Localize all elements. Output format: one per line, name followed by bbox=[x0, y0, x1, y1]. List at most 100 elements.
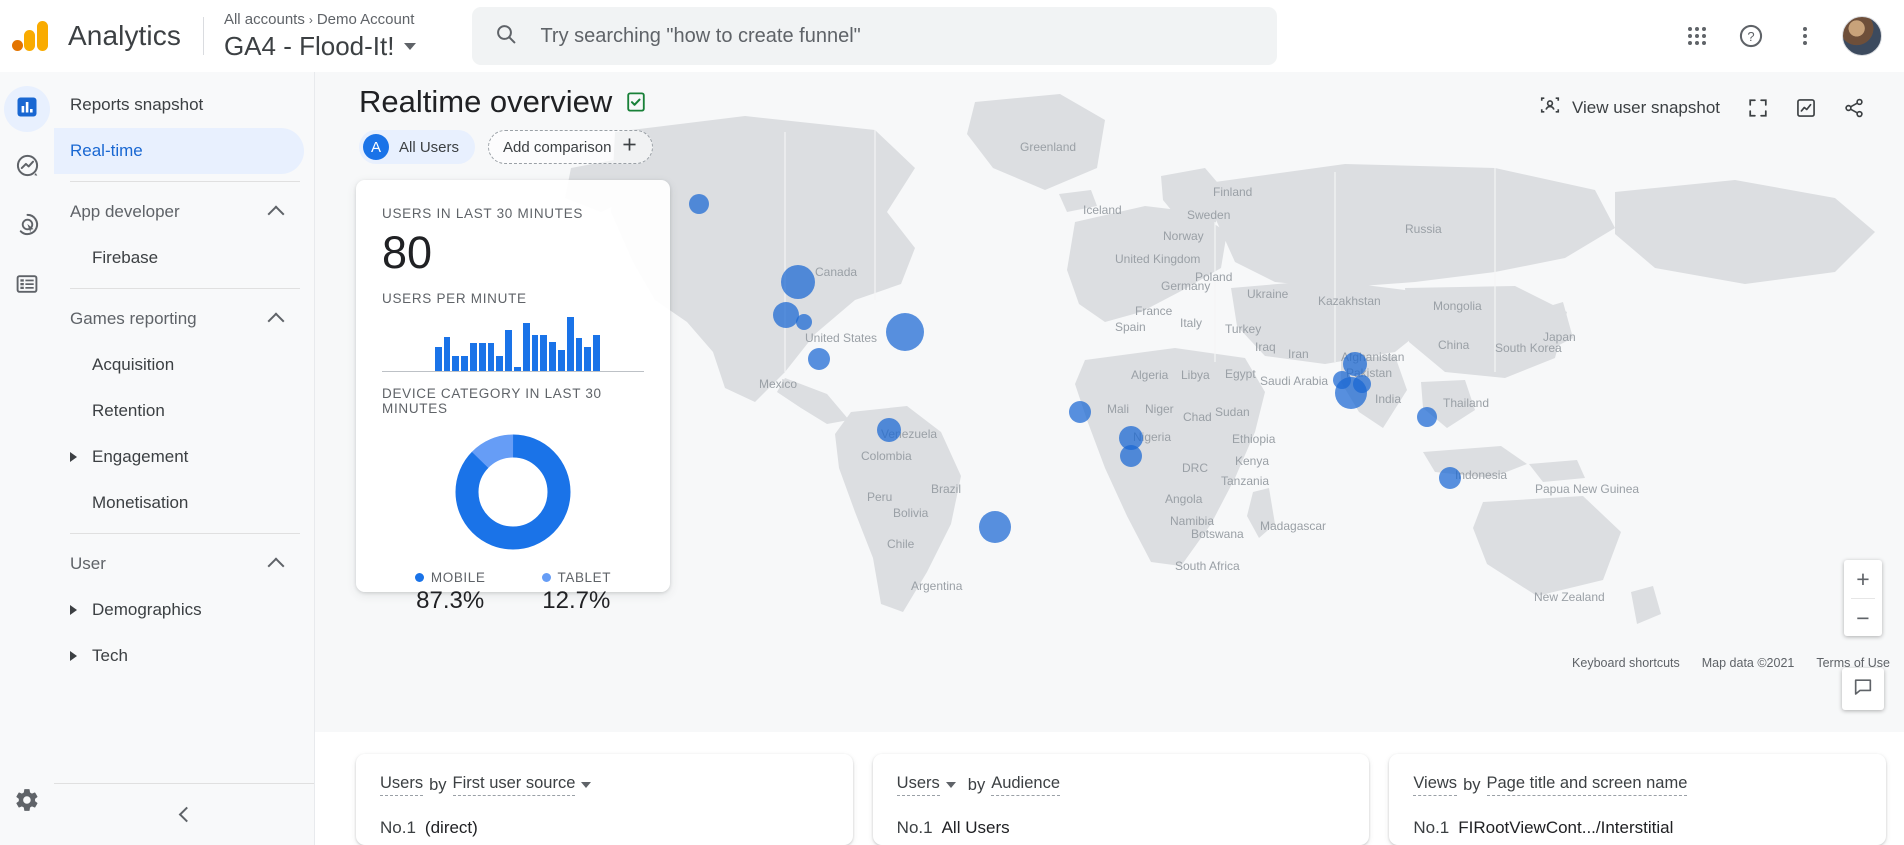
keyboard-shortcuts-link[interactable]: Keyboard shortcuts bbox=[1572, 656, 1680, 670]
bar--17[interactable] bbox=[496, 356, 503, 371]
map-bubble[interactable] bbox=[1439, 467, 1461, 489]
bar--23[interactable] bbox=[444, 337, 451, 371]
sidebar-item-acquisition[interactable]: Acquisition bbox=[54, 342, 304, 388]
bar--14[interactable] bbox=[523, 323, 530, 371]
users-per-minute-bar-chart[interactable] bbox=[382, 316, 644, 372]
bar--7[interactable] bbox=[584, 347, 591, 371]
bar--6[interactable] bbox=[593, 335, 600, 371]
feedback-button[interactable] bbox=[1842, 668, 1884, 710]
map-bubble[interactable] bbox=[877, 418, 901, 442]
sidebar-item-real-time[interactable]: Real-time bbox=[54, 128, 304, 174]
sidebar-item-user[interactable]: User bbox=[54, 541, 304, 587]
bar--16[interactable] bbox=[505, 330, 512, 371]
breadcrumb-all-accounts[interactable]: All accounts bbox=[224, 11, 305, 28]
bar--13[interactable] bbox=[532, 335, 539, 371]
bar--20[interactable] bbox=[470, 343, 477, 371]
bar--15[interactable] bbox=[514, 367, 521, 371]
bar--8[interactable] bbox=[576, 338, 583, 371]
bar-chart-icon bbox=[15, 95, 39, 124]
bar--10[interactable] bbox=[558, 350, 565, 371]
bar--24[interactable] bbox=[435, 347, 442, 371]
sidebar-item-demographics[interactable]: Demographics bbox=[54, 587, 304, 633]
metric-selector[interactable]: Users bbox=[380, 774, 423, 796]
view-user-snapshot-button[interactable]: View user snapshot bbox=[1529, 86, 1730, 129]
map-bubble[interactable] bbox=[689, 194, 709, 214]
sidebar-item-retention[interactable]: Retention bbox=[54, 388, 304, 434]
zoom-out-button[interactable]: − bbox=[1844, 599, 1882, 637]
search-input[interactable]: Try searching "how to create funnel" bbox=[540, 25, 860, 48]
map-bubble[interactable] bbox=[1343, 352, 1367, 376]
users-last-30-value: 80 bbox=[382, 225, 644, 281]
share-icon[interactable] bbox=[1834, 88, 1874, 128]
bar--18[interactable] bbox=[488, 343, 495, 371]
fullscreen-icon[interactable] bbox=[1738, 88, 1778, 128]
bar--22[interactable] bbox=[452, 356, 459, 371]
sidebar-item-monetisation[interactable]: Monetisation bbox=[54, 480, 304, 526]
by-text: by bbox=[968, 776, 985, 795]
main-content: GreenlandIcelandFinlandSwedenNorwayRussi… bbox=[315, 72, 1904, 845]
metric-selector[interactable]: Users bbox=[897, 774, 940, 796]
bar--12[interactable] bbox=[540, 335, 547, 371]
view-user-snapshot-label: View user snapshot bbox=[1572, 98, 1720, 118]
summary-card-header: ViewsbyPage title and screen name bbox=[1413, 774, 1862, 796]
map-bubble[interactable] bbox=[781, 265, 815, 299]
chevron-up-icon bbox=[268, 558, 285, 575]
sidebar-item-app-developer[interactable]: App developer bbox=[54, 189, 304, 235]
realtime-map[interactable]: GreenlandIcelandFinlandSwedenNorwayRussi… bbox=[315, 72, 1904, 732]
map-bubble[interactable] bbox=[808, 348, 830, 370]
add-comparison-button[interactable]: Add comparison bbox=[488, 130, 653, 164]
bar--21[interactable] bbox=[461, 356, 468, 371]
legend-dot bbox=[415, 573, 424, 582]
help-circle-icon[interactable]: ? bbox=[1728, 13, 1774, 59]
sidebar-item-reports-snapshot[interactable]: Reports snapshot bbox=[54, 82, 304, 128]
account-selector[interactable]: All accounts›Demo Account GA4 - Flood-It… bbox=[224, 10, 417, 62]
sidebar-item-label: Tech bbox=[92, 646, 128, 666]
insights-edit-icon[interactable] bbox=[1786, 88, 1826, 128]
svg-text:?: ? bbox=[1747, 29, 1754, 44]
breadcrumb-account[interactable]: Demo Account bbox=[317, 11, 415, 28]
rail-item-reports[interactable] bbox=[4, 86, 50, 132]
report-check-icon[interactable] bbox=[625, 91, 647, 113]
search-bar[interactable]: Try searching "how to create funnel" bbox=[472, 7, 1277, 65]
bar--9[interactable] bbox=[567, 317, 574, 371]
dimension-selector[interactable]: First user source bbox=[453, 774, 576, 796]
map-bubble[interactable] bbox=[796, 314, 812, 330]
rail-item-settings[interactable] bbox=[4, 779, 50, 825]
sidebar-item-firebase[interactable]: Firebase bbox=[54, 235, 304, 281]
avatar[interactable] bbox=[1842, 16, 1882, 56]
sidebar-item-tech[interactable]: Tech bbox=[54, 633, 304, 679]
plus-icon bbox=[621, 136, 638, 158]
sidebar-collapse-button[interactable] bbox=[54, 783, 315, 845]
apps-grid-icon[interactable] bbox=[1674, 13, 1720, 59]
map-bubble[interactable] bbox=[886, 313, 924, 351]
metric-selector[interactable]: Views bbox=[1413, 774, 1457, 796]
bar--11[interactable] bbox=[549, 342, 556, 371]
map-bubble[interactable] bbox=[1353, 375, 1371, 393]
property-selector[interactable]: GA4 - Flood-It! bbox=[224, 30, 417, 62]
chevron-down-icon bbox=[946, 782, 956, 788]
zoom-in-button[interactable]: + bbox=[1844, 560, 1882, 598]
brand-name[interactable]: Analytics bbox=[68, 20, 181, 52]
rail-item-advertising[interactable] bbox=[4, 204, 50, 250]
sidebar-item-games-reporting[interactable]: Games reporting bbox=[54, 296, 304, 342]
comparison-chip-all-users[interactable]: A All Users bbox=[359, 130, 475, 164]
bar--19[interactable] bbox=[479, 343, 486, 371]
sidebar-item-engagement[interactable]: Engagement bbox=[54, 434, 304, 480]
rail-item-explore[interactable] bbox=[4, 145, 50, 191]
dimension-selector[interactable]: Audience bbox=[991, 774, 1060, 796]
more-vertical-icon[interactable] bbox=[1782, 13, 1828, 59]
map-bubble[interactable] bbox=[1069, 401, 1091, 423]
device-category-donut-chart[interactable] bbox=[382, 430, 644, 554]
gear-icon bbox=[14, 787, 40, 818]
dimension-selector[interactable]: Page title and screen name bbox=[1487, 774, 1688, 796]
sidebar-divider bbox=[70, 288, 300, 289]
rail-item-library[interactable] bbox=[4, 263, 50, 309]
map-bubble[interactable] bbox=[1417, 407, 1437, 427]
map-bubble[interactable] bbox=[773, 302, 799, 328]
sidebar-item-label: App developer bbox=[70, 202, 180, 222]
explore-compass-icon bbox=[15, 153, 40, 183]
page-title: Realtime overview bbox=[359, 84, 612, 120]
map-bubble[interactable] bbox=[979, 511, 1011, 543]
search-icon bbox=[494, 22, 518, 51]
map-bubble[interactable] bbox=[1120, 445, 1142, 467]
